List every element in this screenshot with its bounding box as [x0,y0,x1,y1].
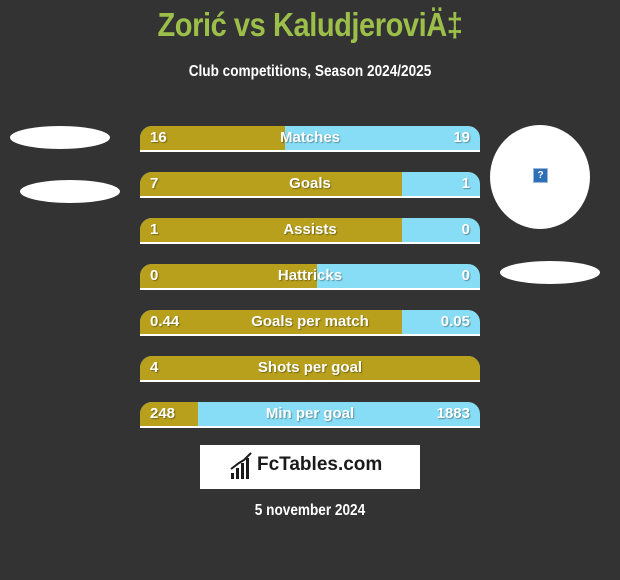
left-value: 1 [150,221,159,238]
right-value: 0 [461,267,470,284]
page-title: Zorić vs KaludjeroviÄ‡ [157,6,463,43]
date-label: 5 november 2024 [254,502,366,519]
left-value: 16 [150,129,167,146]
left-value: 0.44 [150,313,180,330]
stat-label: Hattricks [277,267,343,284]
stat-label: Goals [289,175,331,192]
left-value: 4 [150,359,159,376]
left-team-image-placeholder [20,180,120,203]
right-value: 1883 [436,405,470,422]
right-value: 0.05 [440,313,470,330]
left-player-image-placeholder [10,126,110,149]
stat-bar-min-per-goal: Min per goal 248 1883 [140,402,480,428]
right-value: 19 [453,129,470,146]
stat-label: Min per goal [265,405,355,422]
logo-text: FcTables.com [257,454,383,475]
stat-bar-shots-per-goal: Shots per goal 4 [140,356,480,382]
stat-bar-goals: Goals 7 1 [140,172,480,198]
fctables-logo[interactable]: FcTables.com [200,445,420,489]
subtitle: Club competitions, Season 2024/2025 [188,63,432,80]
stat-label: Goals per match [251,313,369,330]
stat-label: Assists [283,221,337,238]
right-value: 0 [461,221,470,238]
right-value: 1 [461,175,470,192]
bar-chart-icon [230,452,252,479]
stat-bar-assists: Assists 1 0 [140,218,480,244]
stat-label: Matches [279,129,341,146]
question-mark-icon: ? [533,168,548,183]
stat-label: Shots per goal [257,359,363,376]
left-value: 7 [150,175,159,192]
left-value: 0 [150,267,159,284]
stat-bar-goals-per-match: Goals per match 0.44 0.05 [140,310,480,336]
stat-bar-matches: Matches 16 19 [140,126,480,152]
stat-bar-hattricks: Hattricks 0 0 [140,264,480,290]
right-team-image-placeholder [500,261,600,284]
left-value: 248 [150,405,176,422]
